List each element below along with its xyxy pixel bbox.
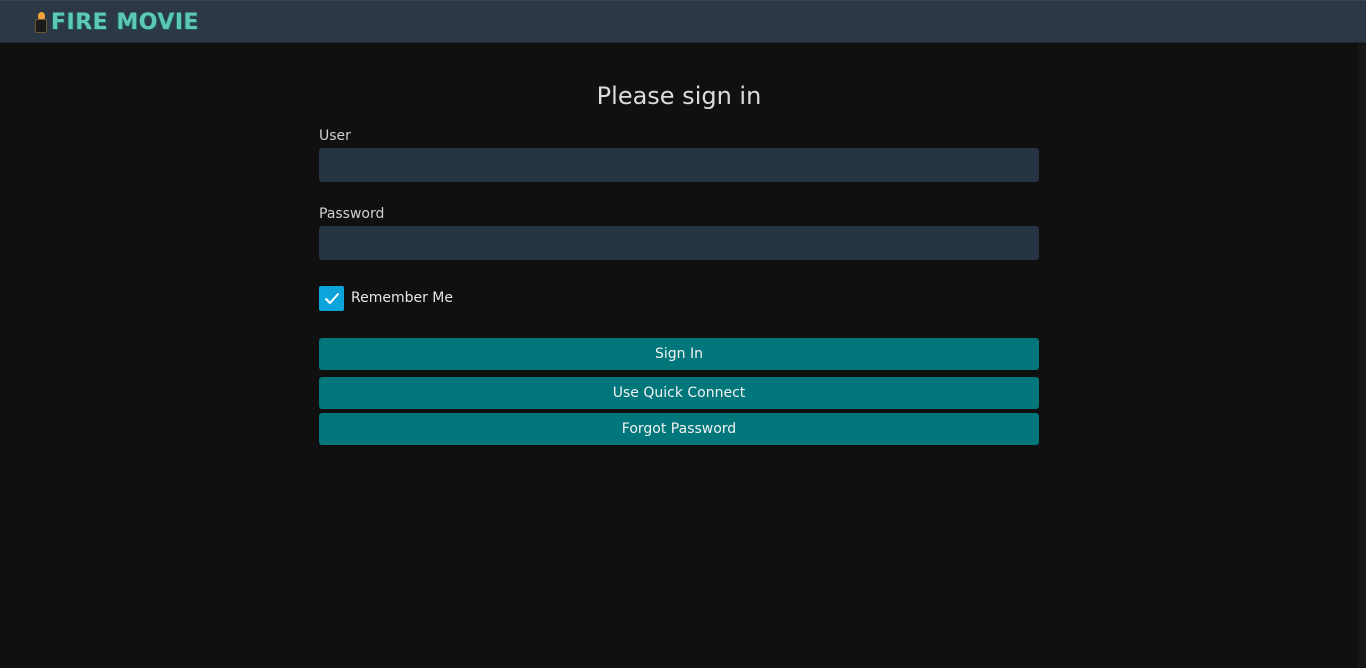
remember-me-label[interactable]: Remember Me — [351, 290, 453, 306]
user-input[interactable] — [319, 148, 1039, 182]
app-header: FIRE MOVIE — [0, 0, 1366, 43]
remember-me-checkbox[interactable] — [319, 285, 344, 311]
quick-connect-button[interactable]: Use Quick Connect — [319, 377, 1039, 409]
user-label: User — [319, 128, 351, 144]
login-form: Please sign in User Password Remember Me… — [319, 78, 1039, 445]
brand-name: FIRE MOVIE — [51, 10, 200, 35]
scrollbar[interactable] — [1358, 43, 1366, 668]
page-title: Please sign in — [596, 82, 762, 110]
forgot-password-button[interactable]: Forgot Password — [319, 413, 1039, 445]
sign-in-button[interactable]: Sign In — [319, 338, 1039, 370]
password-label: Password — [319, 206, 385, 222]
remember-me-row[interactable]: Remember Me — [319, 285, 1039, 311]
checkmark-icon — [324, 292, 339, 304]
brand-logo[interactable]: FIRE MOVIE — [34, 10, 199, 36]
password-input[interactable] — [319, 226, 1039, 260]
fire-lantern-icon — [34, 12, 48, 34]
